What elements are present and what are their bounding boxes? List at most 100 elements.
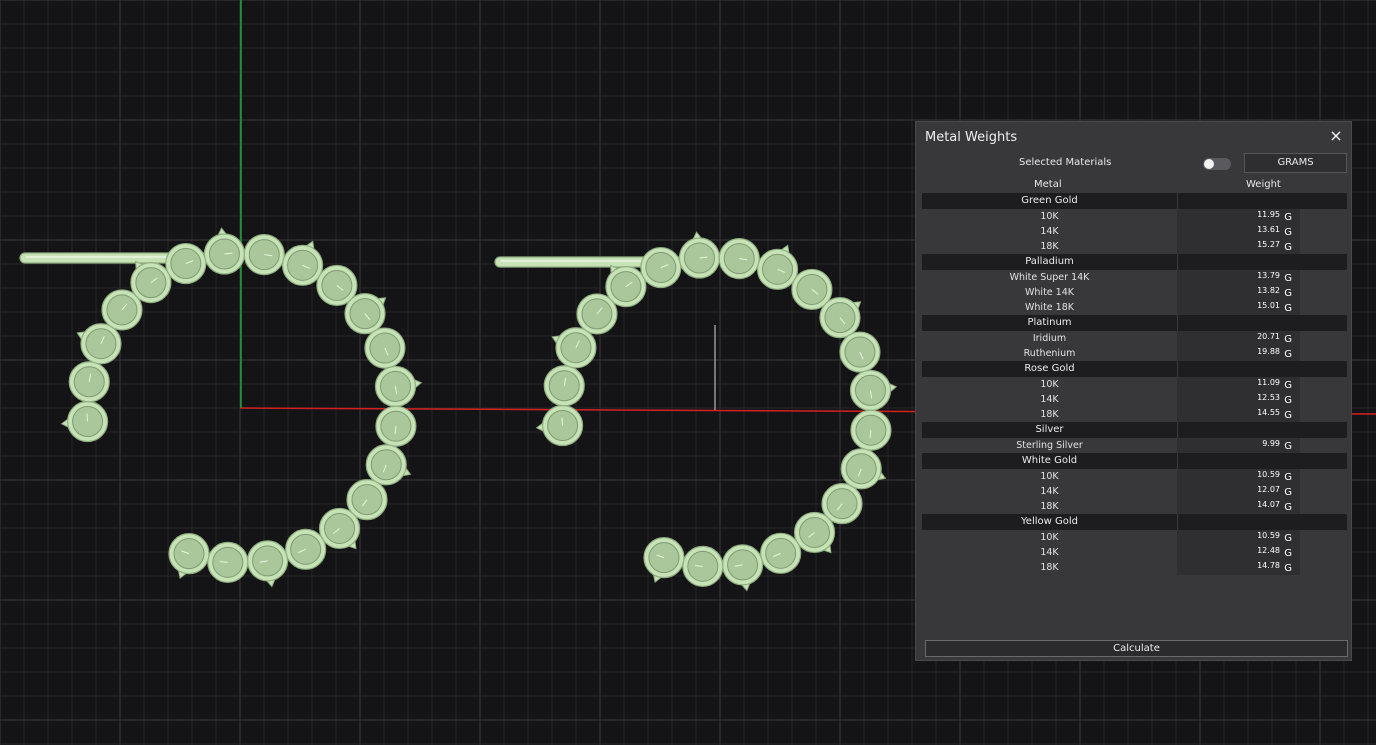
table-row: Ruthenium 19.88 G [922, 346, 1347, 361]
table-row: 14K 12.48 G [922, 545, 1347, 560]
group-row: Platinum [922, 315, 1347, 331]
metal-name: 10K [1040, 211, 1059, 222]
weight-unit: G [1284, 349, 1292, 360]
weight-cell: 9.99 G [1177, 438, 1300, 453]
weight-value: 14.78 [1257, 561, 1280, 570]
table-row: 14K 13.61 G [922, 224, 1347, 239]
weight-value: 14.07 [1257, 500, 1280, 509]
metal-name: 10K [1040, 532, 1059, 543]
weight-unit: G [1284, 273, 1292, 284]
group-row: Silver [922, 422, 1347, 438]
weight-value: 11.09 [1257, 378, 1280, 387]
table-row: 18K 14.07 G [922, 499, 1347, 514]
table-row: 14K 12.07 G [922, 484, 1347, 499]
group-name: Rose Gold [1024, 363, 1075, 374]
column-divider [1177, 254, 1178, 270]
table-row: 14K 12.53 G [922, 392, 1347, 407]
selected-materials-label: Selected Materials [1019, 157, 1112, 168]
weight-cell: 13.79 G [1177, 270, 1300, 285]
metal-name: Iridium [1032, 333, 1067, 344]
metal-name: White 14K [1025, 287, 1074, 298]
close-icon[interactable]: × [1327, 127, 1345, 145]
weight-value: 10.59 [1257, 470, 1280, 479]
group-row: White Gold [922, 453, 1347, 469]
weight-value: 13.82 [1257, 286, 1280, 295]
metal-weights-panel: Metal Weights × Selected Materials GRAMS… [915, 121, 1352, 661]
weight-unit: G [1284, 334, 1292, 345]
group-name: Palladium [1025, 256, 1074, 267]
metal-name: 14K [1040, 226, 1059, 237]
panel-title: Metal Weights [925, 130, 1018, 145]
weight-cell: 14.78 G [1177, 560, 1300, 575]
table-row: 10K 11.95 G [922, 209, 1347, 224]
weight-cell: 14.55 G [1177, 407, 1300, 422]
calculate-button[interactable]: Calculate [925, 640, 1348, 657]
weight-value: 15.27 [1257, 240, 1280, 249]
weight-unit: G [1284, 212, 1292, 223]
weight-unit: G [1284, 303, 1292, 314]
group-row: Green Gold [922, 193, 1347, 209]
column-divider [1177, 514, 1178, 530]
weight-cell: 12.48 G [1177, 545, 1300, 560]
group-name: Silver [1035, 424, 1064, 435]
metal-name: 18K [1040, 501, 1059, 512]
weight-value: 13.79 [1257, 271, 1280, 280]
weight-value: 9.99 [1262, 439, 1280, 448]
metal-name: Sterling Silver [1016, 440, 1083, 451]
weight-cell: 12.53 G [1177, 392, 1300, 407]
table-row: White 18K 15.01 G [922, 300, 1347, 315]
weight-cell: 12.07 G [1177, 484, 1300, 499]
weight-value: 10.59 [1257, 531, 1280, 540]
table-row: 18K 14.78 G [922, 560, 1347, 575]
table-row: 18K 14.55 G [922, 407, 1347, 422]
weight-value: 13.61 [1257, 225, 1280, 234]
weight-unit: G [1284, 502, 1292, 513]
table-row: 10K 11.09 G [922, 377, 1347, 392]
group-name: Platinum [1027, 317, 1072, 328]
group-name: White Gold [1021, 455, 1078, 466]
weight-unit: G [1284, 410, 1292, 421]
weight-unit: G [1284, 563, 1292, 574]
weight-cell: 13.61 G [1177, 224, 1300, 239]
table-row: Iridium 20.71 G [922, 331, 1347, 346]
weight-value: 12.07 [1257, 485, 1280, 494]
weight-unit: G [1284, 395, 1292, 406]
hoop-earring-left[interactable] [19, 227, 423, 588]
weight-column-header: Weight [1246, 179, 1281, 190]
gem-facet [86, 413, 89, 422]
group-row: Rose Gold [922, 361, 1347, 377]
gemstone [351, 484, 383, 516]
group-row: Palladium [922, 254, 1347, 270]
weight-unit: G [1284, 472, 1292, 483]
weight-cell: 10.59 G [1177, 469, 1300, 484]
group-row: Yellow Gold [922, 514, 1347, 530]
table-row: 10K 10.59 G [922, 530, 1347, 545]
metal-name: 10K [1040, 471, 1059, 482]
metal-name: 10K [1040, 379, 1059, 390]
weight-value: 19.88 [1257, 347, 1280, 356]
metal-name: 18K [1040, 409, 1059, 420]
weight-unit: G [1284, 441, 1292, 452]
metal-column-header: Metal [1034, 179, 1062, 190]
table-row: 18K 15.27 G [922, 239, 1347, 254]
weight-value: 12.48 [1257, 546, 1280, 555]
unit-button[interactable]: GRAMS [1244, 153, 1347, 173]
weight-unit: G [1284, 487, 1292, 498]
weight-unit: G [1284, 288, 1292, 299]
selected-materials-toggle[interactable] [1203, 158, 1231, 170]
table-row: 10K 10.59 G [922, 469, 1347, 484]
metal-name: 14K [1040, 547, 1059, 558]
toggle-knob [1204, 159, 1214, 169]
metal-name: 18K [1040, 562, 1059, 573]
table-row: White Super 14K 13.79 G [922, 270, 1347, 285]
metal-name: White 18K [1025, 302, 1074, 313]
column-divider [1177, 422, 1178, 438]
metal-name: 18K [1040, 241, 1059, 252]
weight-value: 11.95 [1257, 210, 1280, 219]
weight-cell: 10.59 G [1177, 530, 1300, 545]
group-name: Yellow Gold [1021, 516, 1078, 527]
weight-value: 20.71 [1257, 332, 1280, 341]
table-row: Sterling Silver 9.99 G [922, 438, 1347, 453]
weight-cell: 15.01 G [1177, 300, 1300, 315]
table-row: White 14K 13.82 G [922, 285, 1347, 300]
